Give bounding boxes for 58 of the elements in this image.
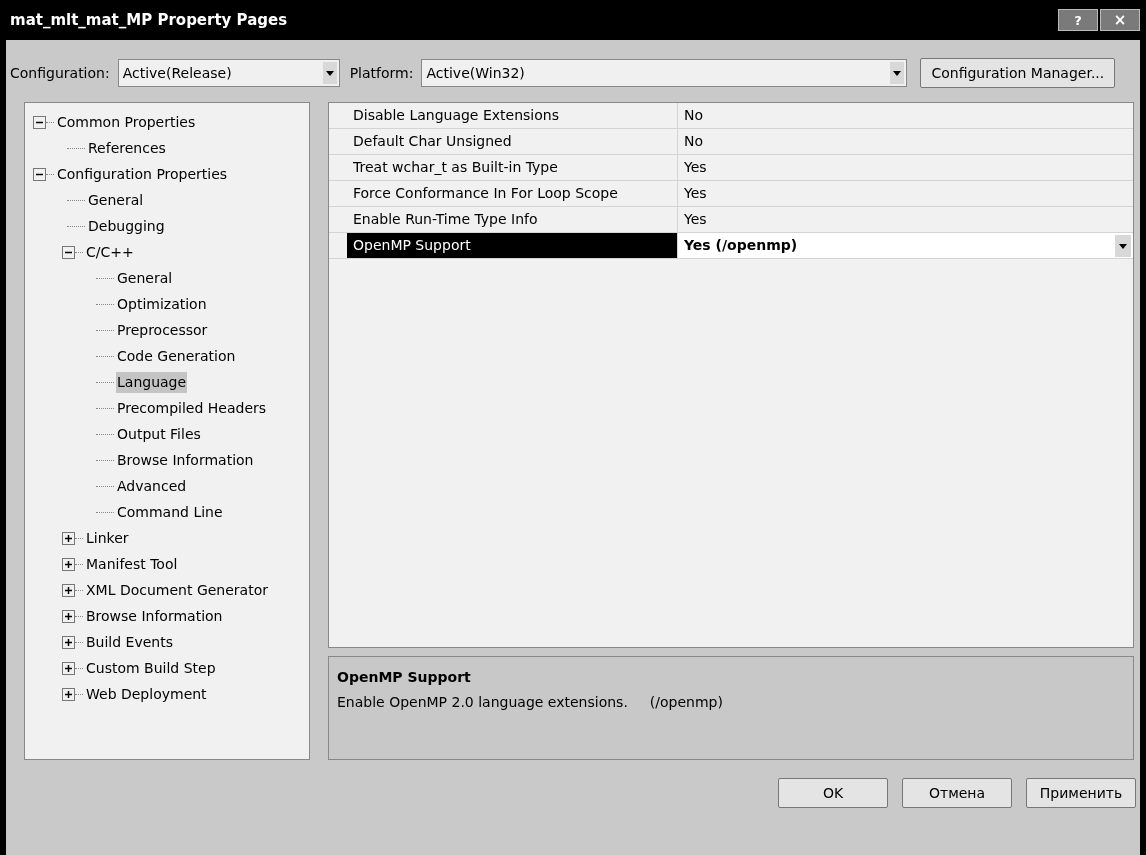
tree-item[interactable]: Language [116, 371, 188, 393]
expand-icon[interactable] [62, 531, 75, 545]
tree-item[interactable]: XML Document Generator [85, 579, 269, 601]
expand-icon[interactable] [62, 687, 75, 701]
tree-item[interactable]: Optimization [116, 293, 208, 315]
property-value[interactable]: No [684, 105, 1133, 126]
tree-item[interactable]: Advanced [116, 475, 188, 497]
dialog-button[interactable]: Применить [1026, 778, 1136, 808]
collapse-icon[interactable] [33, 115, 46, 129]
collapse-icon[interactable] [33, 167, 46, 181]
description-title: OpenMP Support [337, 668, 472, 687]
tree-item[interactable]: Browse Information [85, 605, 224, 627]
tree-item[interactable]: General [87, 189, 145, 211]
tree-item[interactable]: Code Generation [116, 345, 237, 367]
tree-item[interactable]: Web Deployment [85, 683, 208, 705]
help-button[interactable]: ? [1058, 9, 1098, 31]
tree-item[interactable]: Configuration Properties [56, 163, 229, 185]
tree-item[interactable]: Output Files [116, 423, 202, 445]
configuration-label: Configuration: [10, 63, 110, 83]
tree-item[interactable]: References [87, 137, 167, 159]
expand-icon[interactable] [62, 609, 75, 623]
property-name[interactable]: Disable Language Extensions [347, 103, 678, 128]
tree-item[interactable]: General [116, 267, 174, 289]
property-value[interactable]: Yes [684, 183, 1133, 204]
window-title: mat_mlt_mat_MP Property Pages [10, 9, 288, 31]
dialog-button[interactable]: OK [778, 778, 888, 808]
property-name[interactable]: Treat wchar_t as Built-in Type [347, 155, 678, 180]
tree-item[interactable]: Debugging [87, 215, 166, 237]
platform-label: Platform: [349, 63, 414, 83]
tree-item[interactable]: Manifest Tool [85, 553, 179, 575]
tree-item[interactable]: Build Events [85, 631, 174, 653]
tree-item[interactable]: Command Line [116, 501, 224, 523]
collapse-icon[interactable] [62, 245, 75, 259]
expand-icon[interactable] [62, 635, 75, 649]
expand-icon[interactable] [62, 557, 75, 571]
property-name[interactable]: Enable Run-Time Type Info [347, 207, 678, 232]
platform-dropdown[interactable]: Active(Win32) [421, 59, 908, 87]
property-name[interactable]: Force Conformance In For Loop Scope [347, 181, 678, 206]
tree-item[interactable]: C/C++ [85, 241, 135, 263]
configuration-dropdown[interactable]: Active(Release) [117, 59, 340, 87]
description-text: Enable OpenMP 2.0 language extensions. [337, 693, 628, 712]
compiler-flag-text: (/openmp) [649, 693, 723, 712]
dialog-button[interactable]: Отмена [902, 778, 1012, 808]
property-value[interactable]: Yes [684, 209, 1133, 230]
property-value[interactable]: No [684, 131, 1133, 152]
property-name[interactable]: Default Char Unsigned [347, 129, 678, 154]
tree-item[interactable]: Browse Information [116, 449, 255, 471]
expand-icon[interactable] [62, 661, 75, 675]
close-button[interactable]: × [1100, 9, 1140, 31]
tree-item[interactable]: Common Properties [56, 111, 197, 133]
tree-item[interactable]: Preprocessor [116, 319, 209, 341]
configuration-manager-button[interactable]: Configuration Manager... [920, 58, 1116, 88]
tree-item[interactable]: Custom Build Step [85, 657, 217, 679]
expand-icon[interactable] [62, 583, 75, 597]
property-value[interactable]: Yes [684, 157, 1133, 178]
tree-item[interactable]: Precompiled Headers [116, 397, 268, 419]
tree-item[interactable]: Linker [85, 527, 130, 549]
property-name[interactable]: OpenMP Support [347, 233, 678, 258]
